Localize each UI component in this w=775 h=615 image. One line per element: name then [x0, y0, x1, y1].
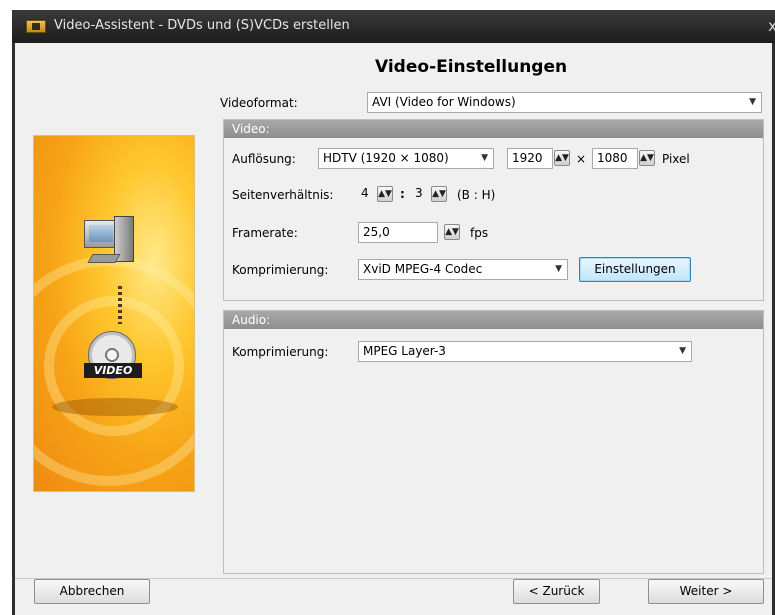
shadow-decoration — [52, 398, 178, 416]
cancel-button[interactable]: Abbrechen — [34, 579, 150, 604]
framerate-spin-icon[interactable]: ▲▼ — [444, 224, 460, 240]
video-badge: VIDEO — [84, 363, 142, 378]
resolution-width-field[interactable]: 1920 — [507, 148, 553, 169]
title-bar[interactable]: Video-Assistent - DVDs und (S)VCDs erste… — [12, 10, 775, 43]
video-group-header: Video: — [224, 120, 763, 138]
audio-codec-value: MPEG Layer-3 — [363, 344, 446, 358]
chevron-down-icon: ▼ — [679, 346, 686, 356]
back-button[interactable]: < Zurück — [513, 579, 600, 604]
times-sign: × — [576, 152, 587, 166]
chevron-down-icon: ▼ — [555, 264, 562, 274]
aspect-separator: : — [400, 187, 405, 201]
resolution-value: HDTV (1920 × 1080) — [323, 151, 449, 165]
next-button[interactable]: Weiter > — [648, 579, 764, 604]
videoformat-label: Videoformat: — [220, 96, 298, 110]
width-spin-icon[interactable]: ▲▼ — [554, 150, 570, 166]
transfer-dots-icon — [118, 286, 122, 324]
aspect-label: Seitenverhältnis: — [232, 188, 334, 202]
videoformat-select[interactable]: AVI (Video for Windows) ▼ — [367, 92, 762, 113]
close-icon[interactable]: x — [768, 17, 775, 35]
aspect-height-field[interactable]: 3 — [412, 184, 430, 205]
wizard-side-image: VIDEO — [33, 135, 195, 492]
aspect-width-field[interactable]: 4 — [358, 184, 376, 205]
pixel-unit: Pixel — [662, 152, 690, 166]
film-icon — [26, 20, 46, 33]
framerate-label: Framerate: — [232, 226, 298, 240]
resolution-height-field[interactable]: 1080 — [592, 148, 638, 169]
codec-settings-button[interactable]: Einstellungen — [579, 257, 691, 282]
fps-unit: fps — [470, 226, 489, 240]
page-title: Video-Einstellungen — [375, 57, 568, 77]
aspect-hint: (B : H) — [457, 188, 496, 202]
resolution-select[interactable]: HDTV (1920 × 1080) ▼ — [318, 148, 494, 169]
button-bar: Abbrechen < Zurück Weiter > — [15, 578, 772, 615]
wizard-window: Video-Assistent - DVDs und (S)VCDs erste… — [12, 10, 775, 615]
audio-compression-label: Komprimierung: — [232, 345, 329, 359]
video-group: Video: Auflösung: HDTV (1920 × 1080) ▼ 1… — [223, 119, 764, 301]
video-compression-label: Komprimierung: — [232, 263, 329, 277]
height-spin-icon[interactable]: ▲▼ — [639, 150, 655, 166]
audio-group-header: Audio: — [224, 311, 763, 329]
aspect-height-spin-icon[interactable]: ▲▼ — [431, 186, 447, 202]
video-codec-select[interactable]: XviD MPEG-4 Codec ▼ — [358, 259, 568, 280]
audio-codec-select[interactable]: MPEG Layer-3 ▼ — [358, 341, 692, 362]
audio-group: Audio: Komprimierung: MPEG Layer-3 ▼ — [223, 310, 764, 574]
window-title: Video-Assistent - DVDs und (S)VCDs erste… — [54, 18, 350, 33]
chevron-down-icon: ▼ — [749, 97, 756, 107]
content-area: VIDEO Video-Einstellungen Videoformat: A… — [15, 43, 772, 578]
videoformat-value: AVI (Video for Windows) — [372, 95, 516, 109]
chevron-down-icon: ▼ — [481, 153, 488, 163]
framerate-field[interactable]: 25,0 — [358, 222, 438, 243]
aspect-width-spin-icon[interactable]: ▲▼ — [377, 186, 393, 202]
video-codec-value: XviD MPEG-4 Codec — [363, 262, 483, 276]
resolution-label: Auflösung: — [232, 152, 296, 166]
computer-icon — [84, 214, 142, 274]
